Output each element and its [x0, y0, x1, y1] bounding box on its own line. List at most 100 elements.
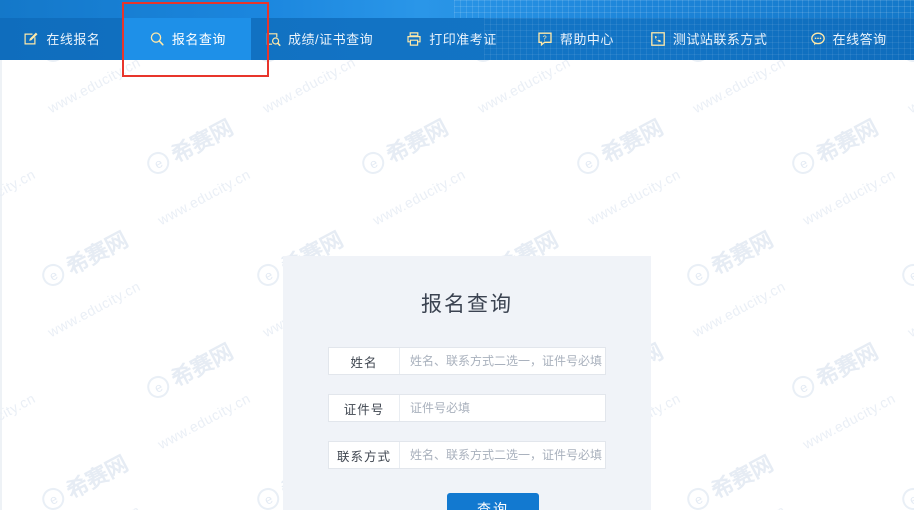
watermark-text: www.educity.cn [155, 389, 253, 453]
watermark-text: www.educity.cn [690, 60, 788, 117]
watermark-logo-text: 希赛网 [62, 226, 133, 280]
field-label-name: 姓名 [329, 348, 400, 374]
watermark-logo: e希赛网 [36, 60, 133, 70]
watermark-logo: e希赛网 [896, 60, 914, 70]
watermark-logo: e希赛网 [36, 446, 133, 510]
watermark-text: www.educity.cn [585, 165, 683, 229]
left-rule [0, 60, 2, 510]
watermark-logo-badge: e [253, 484, 284, 510]
watermark-logo-text: 希赛网 [707, 226, 778, 280]
nav-item-label: 在线答询 [832, 31, 887, 47]
watermark-logo-badge: e [683, 484, 714, 510]
nav-item-registration-query[interactable]: 报名查询 [123, 18, 251, 60]
watermark-logo-badge: e [683, 60, 714, 66]
field-id-number: 证件号 [328, 394, 606, 422]
field-name: 姓名 [328, 347, 606, 375]
watermark-logo-badge: e [253, 60, 284, 66]
nav-item-label: 测试站联系方式 [672, 31, 768, 47]
watermark-logo-text: 希赛网 [62, 450, 133, 504]
printer-icon [406, 31, 422, 47]
watermark-logo-badge: e [253, 260, 284, 290]
watermark-logo: e希赛网 [36, 222, 133, 294]
watermark-logo: e希赛网 [681, 222, 778, 294]
watermark-logo-badge: e [898, 60, 914, 66]
phone-square-icon [650, 31, 666, 47]
query-submit-button[interactable]: 查询 [447, 493, 539, 510]
nav-item-label: 打印准考证 [429, 31, 497, 47]
watermark-logo: e希赛网 [251, 60, 348, 70]
watermark-logo-text: 希赛网 [812, 338, 883, 392]
field-label-id-number: 证件号 [329, 395, 400, 421]
top-banner [0, 0, 914, 18]
nav-item-score-certificate-query[interactable]: 成绩/证书查询 [251, 18, 387, 60]
svg-text:?: ? [543, 35, 547, 42]
watermark-logo-badge: e [38, 484, 69, 510]
watermark-logo-text: 希赛网 [167, 114, 238, 168]
nav-item-label: 在线报名 [46, 31, 101, 47]
watermark-logo-badge: e [788, 148, 819, 178]
watermark-text: www.educity.cn [800, 389, 898, 453]
watermark-text: www.educity.cn [155, 165, 253, 229]
watermark-text: www.educity.cn [690, 277, 788, 341]
watermark-logo-badge: e [143, 372, 174, 402]
nav-item-label: 帮助中心 [559, 31, 614, 47]
field-contact: 联系方式 [328, 441, 606, 469]
watermark-logo-badge: e [143, 148, 174, 178]
watermark-logo: e希赛网 [786, 110, 883, 182]
watermark-text: www.educity.cn [45, 60, 143, 117]
watermark-text: www.educity.cn [475, 60, 573, 117]
watermark-logo: e希赛网 [141, 334, 238, 406]
watermark-logo-badge: e [38, 260, 69, 290]
watermark-logo: e希赛网 [681, 446, 778, 510]
nav-item-label: 报名查询 [171, 31, 226, 47]
watermark-logo: e希赛网 [681, 60, 778, 70]
watermark-logo: e希赛网 [896, 222, 914, 294]
watermark-logo-text: 希赛网 [167, 338, 238, 392]
contact-input[interactable] [400, 442, 605, 468]
watermark-logo-badge: e [898, 260, 914, 290]
watermark-logo: e希赛网 [786, 334, 883, 406]
watermark-text: www.educity.cn [905, 502, 914, 510]
watermark-text: www.educity.cn [45, 277, 143, 341]
main-navigation: 在线报名 报名查询 成绩/证书查询 打印准考证 ? 帮助中心 测试站联系方式 在… [0, 18, 914, 60]
id-number-input[interactable] [400, 395, 605, 421]
banner-dot-pattern [454, 0, 914, 18]
watermark-text: www.educity.cn [905, 277, 914, 341]
nav-item-help-center[interactable]: ? 帮助中心 [516, 18, 635, 60]
watermark-text: www.educity.cn [0, 389, 38, 453]
watermark-logo-text: 希赛网 [812, 114, 883, 168]
nav-item-online-registration[interactable]: 在线报名 [0, 18, 124, 60]
field-label-contact: 联系方式 [329, 442, 400, 468]
page-content: www.educity.cn e 希赛网 www.educity.cn e 希赛网 www.… [0, 60, 914, 510]
watermark-text: www.educity.cn [690, 502, 788, 510]
watermark-logo-badge: e [898, 484, 914, 510]
chat-bubble-icon [810, 31, 826, 47]
watermark-logo: e希赛网 [896, 446, 914, 510]
card-title: 报名查询 [421, 293, 513, 316]
nav-item-label: 成绩/证书查询 [287, 31, 374, 47]
watermark-text: www.educity.cn [905, 60, 914, 117]
watermark-logo-badge: e [788, 372, 819, 402]
watermark-logo-text: 希赛网 [707, 450, 778, 504]
help-bubble-icon: ? [537, 31, 553, 47]
nav-item-online-consultation[interactable]: 在线答询 [782, 18, 914, 60]
watermark-text: www.educity.cn [0, 165, 38, 229]
watermark-text: www.educity.cn [800, 165, 898, 229]
nav-item-test-station-contact[interactable]: 测试站联系方式 [635, 18, 782, 60]
watermark-logo: e希赛网 [571, 110, 668, 182]
watermark-logo-badge: e [38, 60, 69, 66]
page-root: 在线报名 报名查询 成绩/证书查询 打印准考证 ? 帮助中心 测试站联系方式 在… [0, 0, 914, 510]
watermark-logo: e希赛网 [356, 110, 453, 182]
document-search-icon [265, 31, 281, 47]
watermark-logo-text: 希赛网 [597, 114, 668, 168]
nav-item-print-admission-ticket[interactable]: 打印准考证 [387, 18, 516, 60]
watermark-logo-text: 希赛网 [382, 114, 453, 168]
watermark-text: www.educity.cn [45, 502, 143, 510]
watermark-logo: e希赛网 [141, 110, 238, 182]
registration-query-card: 报名查询 姓名 证件号 联系方式 查询 [283, 256, 651, 510]
watermark-logo: e希赛网 [466, 60, 563, 70]
watermark-logo-badge: e [468, 60, 499, 66]
watermark-logo-badge: e [358, 148, 389, 178]
name-input[interactable] [400, 348, 605, 374]
watermark-logo-badge: e [573, 148, 604, 178]
